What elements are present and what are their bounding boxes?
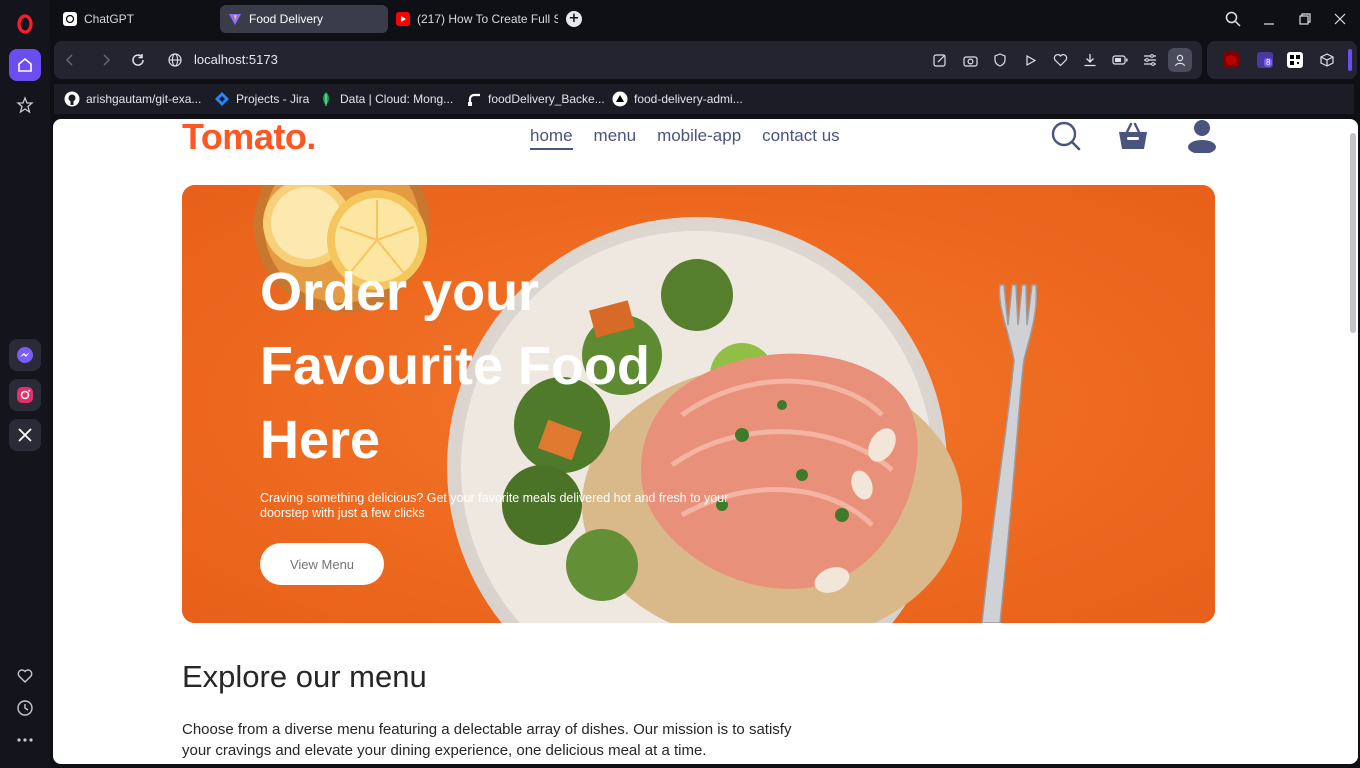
star-icon[interactable] [9,89,41,121]
more-dots-icon[interactable] [9,724,41,756]
site-logo[interactable]: Tomato. [182,119,316,158]
edit-snap-icon[interactable] [932,52,948,68]
view-menu-button[interactable]: View Menu [260,543,384,585]
accent-bar [1348,49,1352,71]
extensions-cube-icon[interactable] [1319,52,1335,68]
vercel-logo-icon [612,91,628,107]
profile-avatar-icon[interactable] [1168,48,1192,72]
tab-label: ChatGPT [84,12,135,26]
tab-search-icon[interactable] [1223,9,1243,29]
hero-title: Order your Favourite Food Here [260,262,650,470]
bookmark-mongodb[interactable]: Data | Cloud: Mong... [318,91,453,107]
tab-label: (217) How To Create Full S [417,12,558,26]
youtube-icon [396,12,410,26]
globe-icon[interactable] [167,52,183,68]
forward-arrow-icon[interactable] [98,52,114,68]
shield-icon[interactable] [992,52,1008,68]
explore-menu-heading: Explore our menu [182,659,427,694]
ublock-icon[interactable] [1223,52,1239,68]
render-logo-icon [466,91,482,107]
url-text[interactable]: localhost:5173 [194,52,278,67]
new-tab-plus-icon[interactable]: + [566,11,582,27]
tab-chatgpt[interactable]: ChatGPT [55,5,215,33]
page-viewport: Tomato. home menu mobile-app contact us [53,119,1358,764]
bookmark-label: foodDelivery_Backe... [488,92,605,106]
bookmark-github[interactable]: arishgautam/git-exa... [64,91,201,107]
nav-mobile-app[interactable]: mobile-app [657,126,741,150]
reload-icon[interactable] [130,52,146,68]
browser-window: ChatGPT Food Delivery (217) How To Creat… [0,0,1360,768]
bookmark-jira[interactable]: Projects - Jira [214,91,309,107]
address-bar: localhost:5173 [54,41,1202,79]
close-icon[interactable] [1330,9,1350,29]
easy-setup-icon[interactable] [1142,52,1158,68]
github-icon [64,91,80,107]
nav-home[interactable]: home [530,126,573,150]
tab-food-delivery[interactable]: Food Delivery [220,5,388,33]
extension-badge-count: 8 [1264,58,1273,67]
hero-subtitle: Craving something delicious? Get your fa… [260,491,729,520]
heart-outline-icon[interactable] [1052,52,1068,68]
mongodb-leaf-icon [318,91,334,107]
bookmark-label: arishgautam/git-exa... [86,92,202,106]
heart-icon[interactable] [9,660,41,692]
tab-youtube[interactable]: (217) How To Create Full S [388,5,558,33]
x-twitter-icon[interactable] [9,419,41,451]
bookmarks-bar: arishgautam/git-exa... Projects - Jira D… [54,84,1354,114]
download-icon[interactable] [1082,52,1098,68]
minimize-icon[interactable] [1259,9,1279,29]
back-arrow-icon[interactable] [62,52,78,68]
extensions-bar: 8 [1207,41,1357,79]
main-nav: home menu mobile-app contact us [530,126,840,150]
messenger-icon[interactable] [9,339,41,371]
chatgpt-icon [63,12,77,26]
profile-icon[interactable] [1185,119,1219,153]
extension-badge-icon[interactable]: 8 [1257,52,1273,68]
battery-saver-icon[interactable] [1112,52,1128,68]
bookmark-admin[interactable]: food-delivery-admi... [612,91,743,107]
history-clock-icon[interactable] [9,692,41,724]
basket-icon[interactable] [1116,119,1150,153]
vite-icon [228,12,242,26]
tab-label: Food Delivery [249,12,324,26]
home-icon[interactable] [9,49,41,81]
page-scrollbar[interactable] [1350,133,1356,333]
bookmark-label: food-delivery-admi... [634,92,743,106]
jira-icon [214,91,230,107]
instagram-icon[interactable] [9,379,41,411]
qr-code-icon[interactable] [1287,52,1303,68]
bookmark-backend[interactable]: foodDelivery_Backe... [466,91,605,107]
tab-strip: ChatGPT Food Delivery (217) How To Creat… [50,0,1360,38]
search-icon[interactable] [1049,119,1083,153]
play-icon[interactable] [1022,52,1038,68]
bookmark-label: Projects - Jira [236,92,310,106]
bookmark-label: Data | Cloud: Mong... [340,92,454,106]
hero-banner: Order your Favourite Food Here Craving s… [182,185,1215,623]
restore-icon[interactable] [1295,9,1315,29]
opera-logo-icon[interactable] [9,8,41,40]
nav-menu[interactable]: menu [594,126,637,150]
nav-contact-us[interactable]: contact us [762,126,840,150]
camera-icon[interactable] [962,52,978,68]
opera-sidebar [0,0,50,768]
explore-menu-text: Choose from a diverse menu featuring a d… [182,721,792,759]
